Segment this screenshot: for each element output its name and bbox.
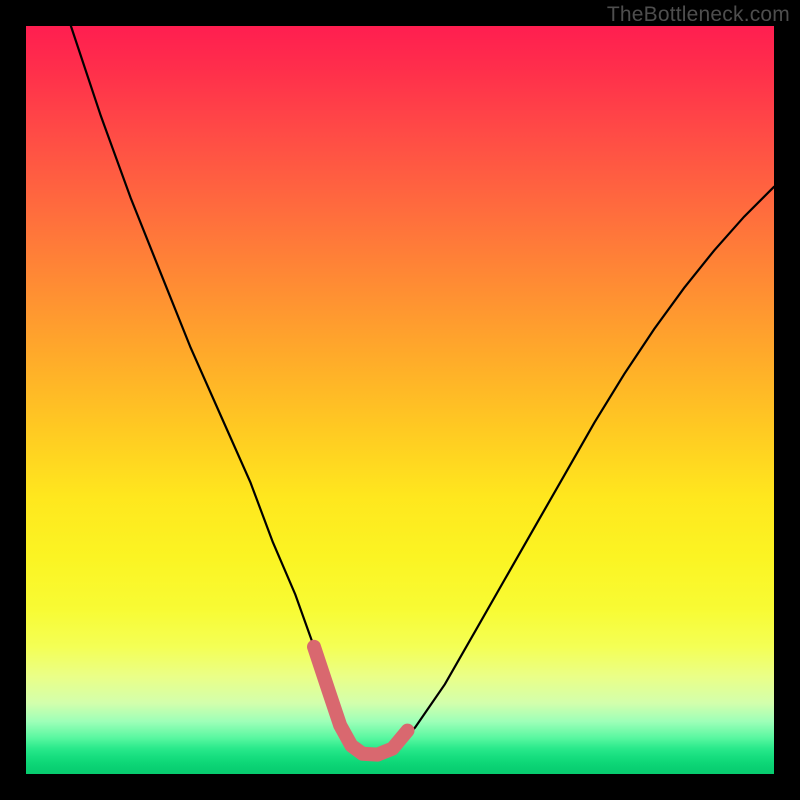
optimal-range-marker (314, 647, 408, 755)
plot-area (26, 26, 774, 774)
watermark-text: TheBottleneck.com (607, 3, 790, 27)
chart-frame: TheBottleneck.com (0, 0, 800, 800)
bottleneck-curve (71, 26, 774, 755)
chart-svg (26, 26, 774, 774)
